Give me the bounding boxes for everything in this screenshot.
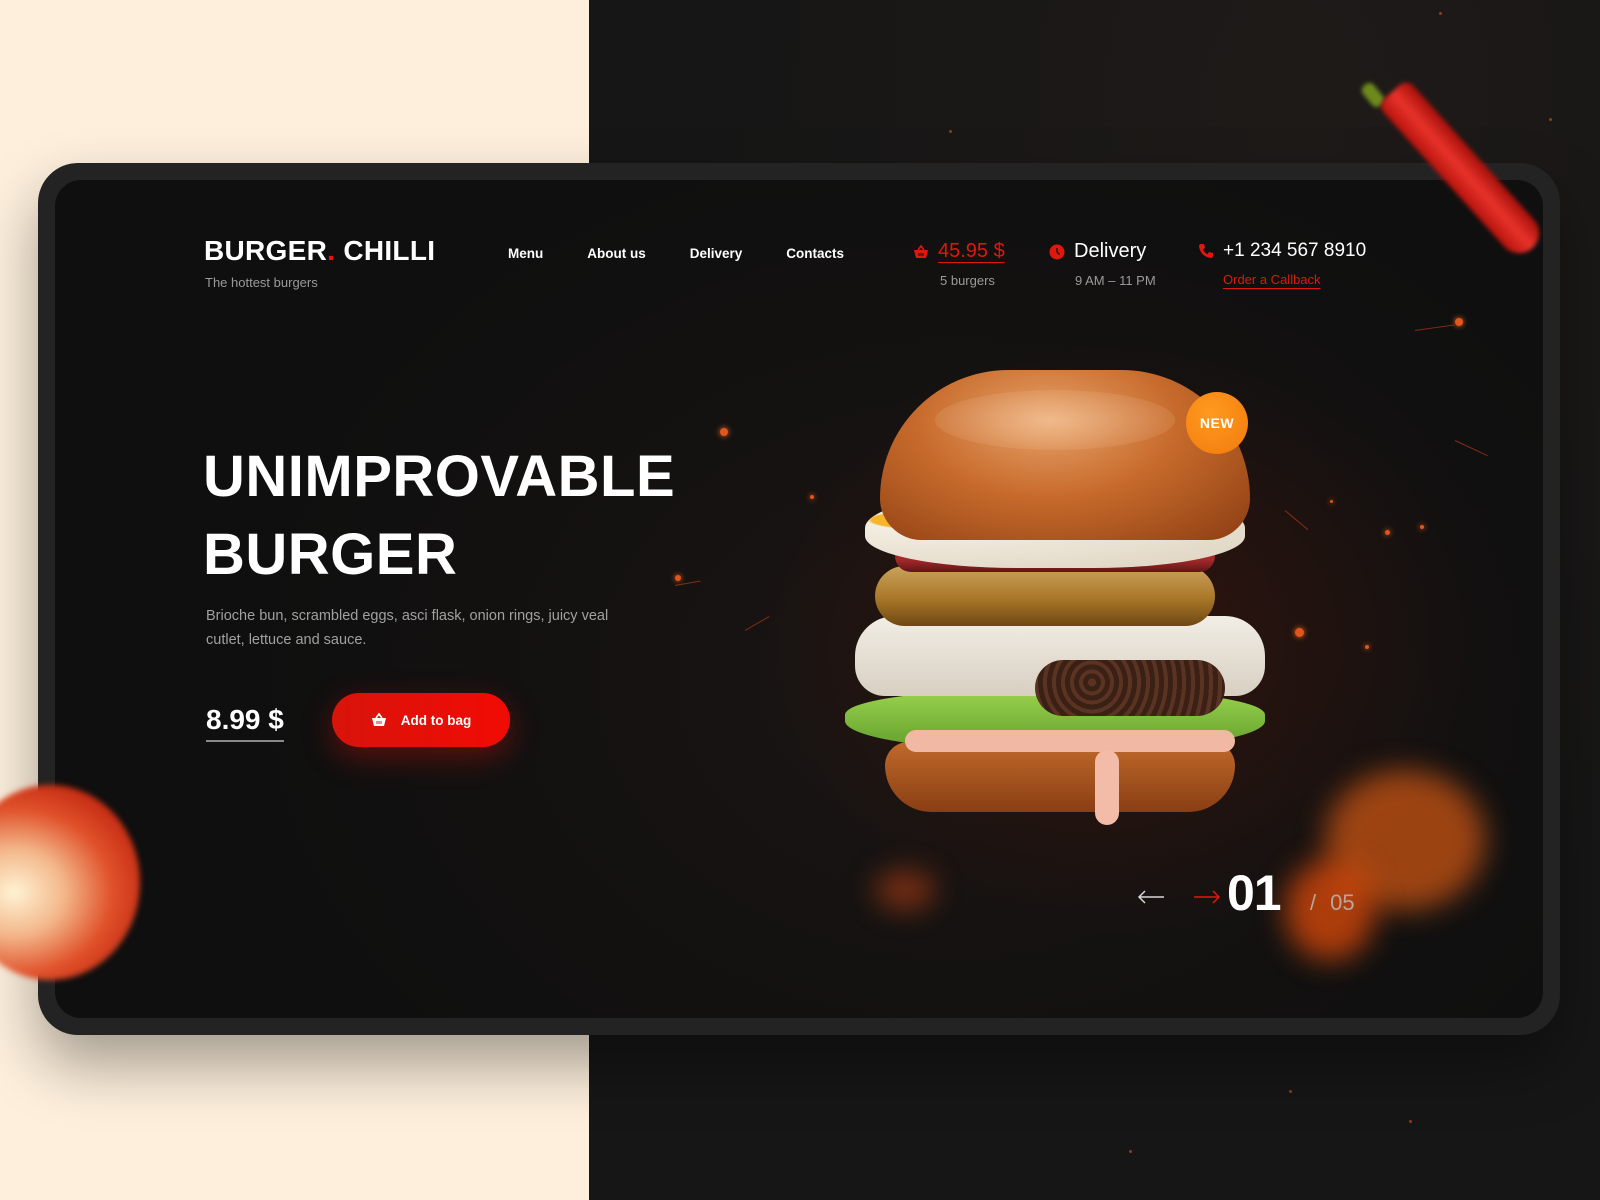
ember — [1409, 1120, 1412, 1123]
spark — [1330, 500, 1333, 503]
hero-description: Brioche bun, scrambled eggs, asci flask,… — [206, 608, 609, 648]
sauce-drip — [1095, 750, 1119, 825]
new-badge: NEW — [1186, 392, 1248, 454]
delivery-title: Delivery — [1074, 240, 1147, 262]
spark-streak — [674, 580, 701, 586]
delivery-info: Delivery 9 AM – 11 PM — [1049, 240, 1156, 288]
patty — [1035, 660, 1225, 716]
spark — [1385, 530, 1390, 535]
delivery-hours: 9 AM – 11 PM — [1075, 273, 1156, 288]
basket-icon — [371, 712, 386, 726]
hero-title-line: BURGER — [203, 522, 458, 587]
spark — [1295, 628, 1304, 637]
add-to-bag-label: Add to bag — [400, 712, 472, 728]
nav-item-about-us[interactable]: About us — [587, 246, 646, 261]
order-callback-link[interactable]: Order a Callback — [1223, 272, 1321, 287]
phone-number[interactable]: +1 234 567 8910 — [1223, 240, 1366, 262]
brand-logo[interactable]: BURGER. CHILLI — [204, 235, 435, 267]
hero-title: UNIMPROVABLE BURGER — [203, 438, 675, 594]
slide-separator: / — [1310, 890, 1317, 915]
pineapple-ring — [875, 566, 1215, 626]
product-price: 8.99 $ — [206, 704, 284, 742]
spark-streak — [1284, 510, 1309, 531]
ember-glow — [875, 870, 935, 910]
nav-item-contacts[interactable]: Contacts — [786, 246, 844, 261]
slide-total-value: 05 — [1330, 890, 1355, 915]
spark-streak — [744, 616, 770, 631]
contact-info: +1 234 567 8910 Order a Callback — [1198, 240, 1366, 287]
ember — [1549, 118, 1552, 121]
basket-icon — [914, 244, 928, 258]
hero-title-line: UNIMPROVABLE — [203, 444, 676, 509]
spark — [810, 495, 814, 499]
device-frame: BURGER. CHILLI The hottest burgers Menu … — [38, 163, 1560, 1035]
logo-text: CHILLI — [335, 235, 436, 266]
clock-icon — [1049, 244, 1065, 259]
logo-text: BURGER — [204, 235, 328, 266]
spark — [1365, 645, 1369, 649]
website-screen: BURGER. CHILLI The hottest burgers Menu … — [55, 180, 1543, 1018]
bun-bottom — [885, 742, 1235, 812]
spark — [720, 428, 728, 436]
ember — [1289, 1090, 1292, 1093]
sauce — [905, 730, 1235, 752]
phone-icon — [1199, 244, 1213, 258]
cart-summary[interactable]: 45.95 $ 5 burgers — [913, 240, 1005, 288]
arrow-left-icon[interactable] — [1137, 889, 1165, 905]
nav-item-menu[interactable]: Menu — [508, 246, 543, 261]
ember — [1439, 12, 1442, 15]
slide-total: / 05 — [1310, 890, 1355, 916]
ember — [949, 130, 952, 133]
spark-streak — [1454, 440, 1488, 457]
arrow-right-icon[interactable] — [1193, 889, 1221, 905]
slide-current: 01 — [1227, 865, 1282, 921]
cart-total: 45.95 $ — [938, 240, 1005, 262]
spark — [1455, 318, 1463, 326]
main-nav: Menu About us Delivery Contacts — [508, 246, 888, 261]
bun-highlight — [935, 390, 1175, 450]
brand-tagline: The hottest burgers — [205, 275, 318, 290]
spark-streak — [1414, 324, 1455, 331]
spark — [1420, 525, 1424, 529]
spark — [675, 575, 681, 581]
add-to-bag-button[interactable]: Add to bag — [332, 693, 510, 747]
ember — [1129, 1150, 1132, 1153]
nav-item-delivery[interactable]: Delivery — [690, 246, 743, 261]
cart-count: 5 burgers — [940, 273, 995, 288]
